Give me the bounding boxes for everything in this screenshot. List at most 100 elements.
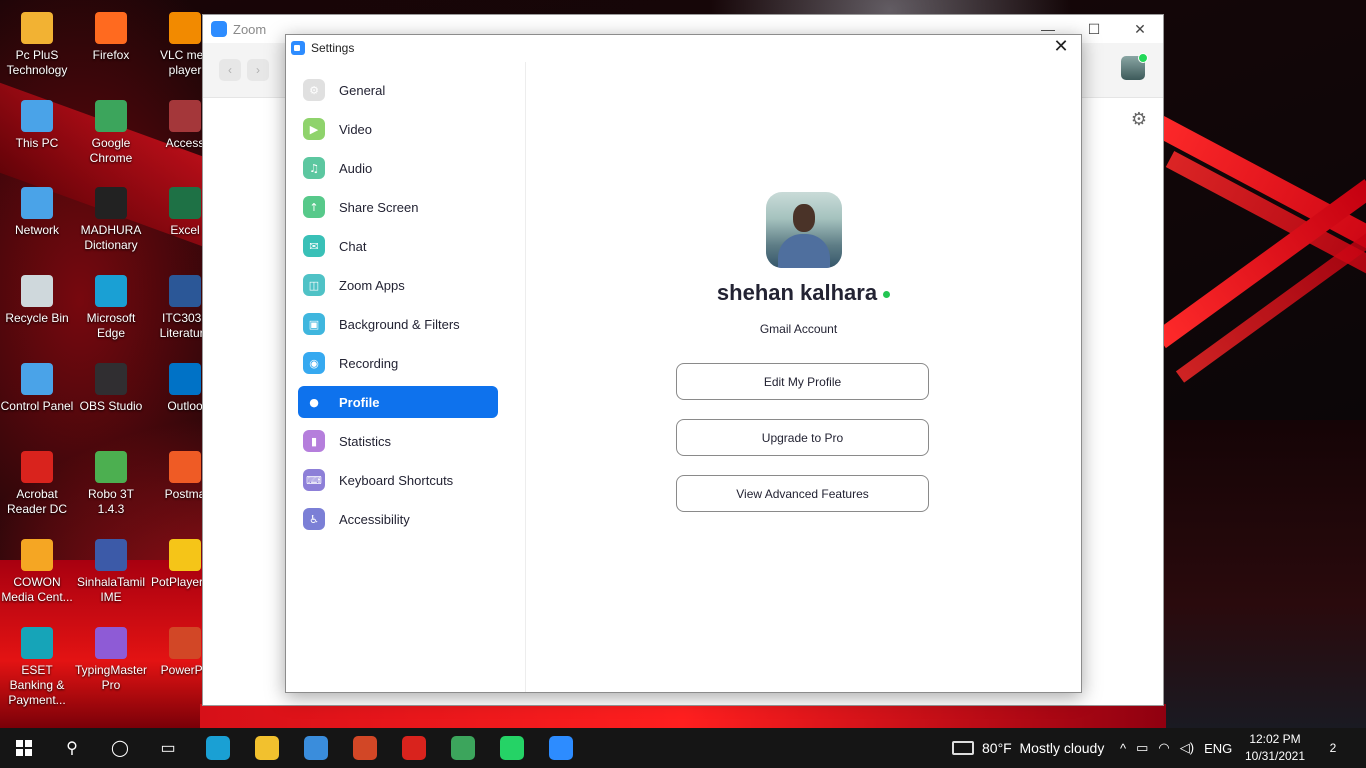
sidebar-item-label: General bbox=[339, 82, 386, 98]
desktop-shortcut[interactable]: Robo 3T 1.4.3 bbox=[74, 451, 148, 517]
profile-panel: shehan kalhara Gmail Account Edit My Pro… bbox=[526, 62, 1081, 692]
settings-title: Settings bbox=[311, 41, 355, 55]
weather-widget[interactable]: 80°F Mostly cloudy bbox=[952, 728, 1104, 768]
desktop-shortcut-label: TypingMaster Pro bbox=[74, 663, 148, 692]
desktop-shortcut-label: SinhalaTamil IME bbox=[76, 575, 146, 604]
desktop-shortcut-label: Recycle Bin bbox=[5, 311, 69, 325]
powerpoint-taskbar-icon[interactable] bbox=[353, 736, 377, 760]
sidebar-item-zoom-apps[interactable]: ◫ Zoom Apps bbox=[298, 269, 498, 301]
desktop-shortcut[interactable]: Google Chrome bbox=[74, 100, 148, 166]
mail-taskbar-icon[interactable] bbox=[304, 736, 328, 760]
desktop-shortcut-label: Google Chrome bbox=[89, 136, 133, 165]
desktop-shortcut[interactable]: MADHURA Dictionary bbox=[74, 187, 148, 253]
obs-icon bbox=[95, 363, 127, 395]
desktop-shortcut[interactable]: ESET Banking & Payment... bbox=[0, 627, 74, 708]
desktop-shortcut[interactable]: TypingMaster Pro bbox=[74, 627, 148, 693]
desktop-shortcut-label: Microsoft Edge bbox=[86, 311, 136, 340]
weather-desc: Mostly cloudy bbox=[1019, 740, 1105, 756]
desktop-shortcut[interactable]: Microsoft Edge bbox=[74, 275, 148, 341]
task-view-icon[interactable]: ▭ bbox=[144, 728, 192, 768]
sidebar-item-general[interactable]: ⚙ General bbox=[298, 74, 498, 106]
desktop-shortcut-label: MADHURA Dictionary bbox=[80, 223, 142, 252]
desktop-shortcut[interactable]: Recycle Bin bbox=[0, 275, 74, 326]
view-advanced-features-button[interactable]: View Advanced Features bbox=[676, 475, 929, 512]
cortana-icon[interactable]: ◯ bbox=[96, 728, 144, 768]
desktop-shortcut[interactable]: Pc PluS Technology bbox=[0, 12, 74, 78]
desktop-shortcut[interactable]: SinhalaTamil IME bbox=[74, 539, 148, 605]
sidebar-item-recording[interactable]: ◉ Recording bbox=[298, 347, 498, 379]
background-icon: ▣ bbox=[303, 313, 325, 335]
sidebar-item-label: Audio bbox=[339, 160, 373, 176]
chrome-taskbar-icon[interactable] bbox=[451, 736, 475, 760]
desktop-shortcut[interactable]: Network bbox=[0, 187, 74, 238]
desktop-shortcut[interactable]: Firefox bbox=[74, 12, 148, 63]
zoom-taskbar-icon[interactable] bbox=[549, 736, 573, 760]
recycle-bin-icon bbox=[21, 275, 53, 307]
keyboard-icon: ⌨ bbox=[303, 469, 325, 491]
notification-center-button[interactable]: 2 bbox=[1322, 738, 1344, 758]
battery-icon[interactable]: ▭ bbox=[1136, 740, 1148, 756]
edit-profile-button[interactable]: Edit My Profile bbox=[676, 363, 929, 400]
sidebar-item-background-filters[interactable]: ▣ Background & Filters bbox=[298, 308, 498, 340]
profile-name: shehan kalhara bbox=[526, 280, 1081, 306]
firefox-icon bbox=[95, 12, 127, 44]
user-avatar[interactable] bbox=[1121, 53, 1148, 80]
account-type: Gmail Account bbox=[759, 322, 838, 336]
clock-time: 12:02 PM bbox=[1249, 732, 1301, 746]
upgrade-to-pro-button[interactable]: Upgrade to Pro bbox=[676, 419, 929, 456]
gear-icon[interactable]: ⚙ bbox=[1131, 109, 1147, 130]
sidebar-item-share-screen[interactable]: ↑ Share Screen bbox=[298, 191, 498, 223]
desktop-shortcut-label: Network bbox=[14, 223, 59, 237]
sidebar-item-chat[interactable]: ✉ Chat bbox=[298, 230, 498, 262]
sidebar-item-label: Background & Filters bbox=[339, 316, 460, 332]
zoom-logo-icon bbox=[211, 21, 227, 37]
volume-icon[interactable]: ◁) bbox=[1180, 740, 1194, 756]
postman-icon bbox=[169, 451, 201, 483]
sidebar-item-label: Keyboard Shortcuts bbox=[339, 472, 454, 488]
back-button[interactable]: ‹ bbox=[219, 59, 241, 81]
desktop-shortcut[interactable]: OBS Studio bbox=[74, 363, 148, 414]
language-indicator[interactable]: ENG bbox=[1204, 741, 1232, 756]
potplayer-icon bbox=[169, 539, 201, 571]
sidebar-item-profile[interactable]: ● Profile bbox=[298, 386, 498, 418]
file-explorer-taskbar-icon[interactable] bbox=[255, 736, 279, 760]
eset-icon bbox=[21, 627, 53, 659]
sidebar-item-audio[interactable]: ♫ Audio bbox=[298, 152, 498, 184]
sidebar-item-accessibility[interactable]: ♿ Accessibility bbox=[298, 503, 498, 535]
desktop-shortcut[interactable]: COWON Media Cent... bbox=[0, 539, 74, 605]
clock-date: 10/31/2021 bbox=[1244, 749, 1306, 763]
desktop-shortcut[interactable]: This PC bbox=[0, 100, 74, 151]
acrobat-taskbar-icon[interactable] bbox=[402, 736, 426, 760]
wifi-icon[interactable]: ◠ bbox=[1158, 740, 1169, 756]
search-icon[interactable]: ⚲ bbox=[48, 728, 96, 768]
desktop-shortcut[interactable]: Acrobat Reader DC bbox=[0, 451, 74, 517]
sidebar-item-keyboard-shortcuts[interactable]: ⌨ Keyboard Shortcuts bbox=[298, 464, 498, 496]
clock[interactable]: 12:02 PM 10/31/2021 bbox=[1240, 731, 1310, 765]
zoom-apps-icon: ◫ bbox=[303, 274, 325, 296]
desktop-shortcut[interactable]: Control Panel bbox=[0, 363, 74, 414]
desktop-shortcut-label: OBS Studio bbox=[79, 399, 143, 413]
forward-button[interactable]: › bbox=[247, 59, 269, 81]
profile-name-text: shehan kalhara bbox=[716, 280, 878, 305]
settings-sidebar: ⚙ General ▶ Video ♫ Audio ↑ Share Screen ✉ Chat ◫ Z… bbox=[286, 62, 526, 692]
online-status-dot bbox=[1138, 53, 1148, 63]
gear-icon: ⚙ bbox=[303, 79, 325, 101]
chat-icon: ✉ bbox=[303, 235, 325, 257]
word-icon bbox=[169, 275, 201, 307]
video-icon: ▶ bbox=[303, 118, 325, 140]
typingmaster-icon bbox=[95, 627, 127, 659]
desktop-shortcut-label: COWON Media Cent... bbox=[1, 575, 73, 604]
desktop-shortcut-label: Robo 3T 1.4.3 bbox=[87, 487, 135, 516]
profile-photo[interactable] bbox=[766, 192, 842, 268]
edge-taskbar-icon[interactable] bbox=[206, 736, 230, 760]
sidebar-item-video[interactable]: ▶ Video bbox=[298, 113, 498, 145]
close-window-button[interactable]: ✕ bbox=[1117, 15, 1163, 43]
close-settings-button[interactable]: ✕ bbox=[1049, 36, 1073, 57]
sidebar-item-label: Share Screen bbox=[339, 199, 419, 215]
tray-chevron-icon[interactable]: ^ bbox=[1120, 741, 1126, 756]
desktop-shortcut-label: Control Panel bbox=[0, 399, 74, 413]
sidebar-item-statistics[interactable]: ▮ Statistics bbox=[298, 425, 498, 457]
whatsapp-taskbar-icon[interactable] bbox=[500, 736, 524, 760]
start-button[interactable] bbox=[0, 728, 48, 768]
ime-icon bbox=[95, 539, 127, 571]
